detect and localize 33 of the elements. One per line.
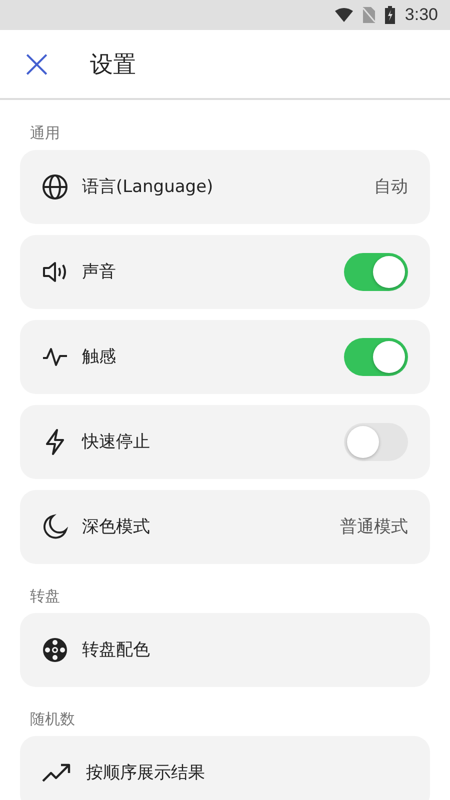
settings-row[interactable]: 转盘配色 (20, 613, 430, 687)
row-label: 深色模式 (82, 516, 151, 538)
row-label: 快速停止 (82, 432, 151, 452)
globe-icon (42, 174, 68, 200)
status-time: 3:30 (404, 5, 438, 25)
speaker-icon (42, 259, 68, 285)
trending-up-icon (42, 762, 72, 784)
palette-wheel-icon (42, 637, 68, 663)
row-label: 触感 (82, 346, 117, 368)
moon-icon (42, 514, 68, 540)
battery-charging-icon (384, 6, 395, 24)
no-sim-icon (362, 7, 375, 23)
section-label: 转盘 (29, 586, 61, 607)
settings-row[interactable]: 快速停止 (20, 405, 430, 479)
settings-row[interactable]: 声音 (20, 235, 430, 309)
close-button[interactable]: × (20, 44, 50, 84)
row-label: 按顺序展示结果 (86, 762, 206, 784)
settings-row[interactable]: 按顺序展示结果 (20, 736, 430, 800)
row-value: 普通模式 (340, 516, 408, 538)
row-value: 自动 (374, 176, 408, 198)
section-label: 随机数 (29, 709, 76, 730)
wifi-icon (334, 8, 353, 22)
row-label: 语言(Language) (82, 176, 214, 198)
section-label: 通用 (29, 123, 61, 144)
toggle-switch[interactable] (344, 423, 408, 461)
row-label: 转盘配色 (82, 640, 151, 660)
settings-row[interactable]: 深色模式 普通模式 (20, 490, 430, 564)
settings-row[interactable]: 触感 (20, 320, 430, 394)
toggle-switch[interactable] (344, 253, 408, 291)
settings-row[interactable]: 语言(Language) 自动 (20, 150, 430, 224)
toggle-switch[interactable] (344, 338, 408, 376)
page-title: 设置 (90, 50, 136, 80)
row-label: 声音 (82, 262, 117, 282)
